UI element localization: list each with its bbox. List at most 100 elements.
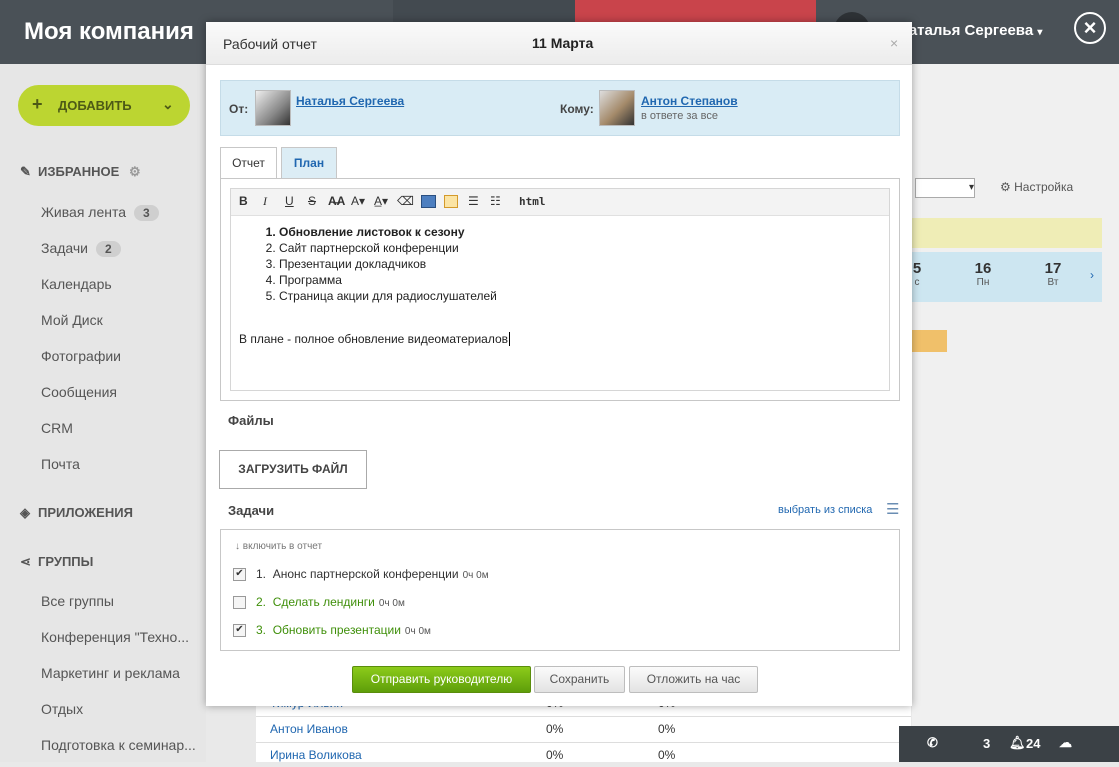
avatar	[599, 90, 635, 126]
rich-text-editor[interactable]: B I U S A̶A A▾ A̲▾ ⌫ ☰ ☷ html Обновление…	[230, 188, 890, 391]
sidebar-item-my-drive[interactable]: Мой Диск	[41, 312, 103, 328]
counter-badge: 3	[134, 205, 159, 221]
to-user-link[interactable]: Антон Степанов	[641, 94, 738, 108]
sidebar-item-calendar[interactable]: Календарь	[41, 276, 112, 292]
company-name[interactable]: Моя компания	[24, 18, 194, 46]
strikethrough-icon[interactable]: S	[308, 194, 316, 208]
section-apps[interactable]: ◈ ПРИЛОЖЕНИЯ	[20, 505, 133, 521]
editor-panel: B I U S A̶A A▾ A̲▾ ⌫ ☰ ☷ html Обновление…	[220, 178, 900, 401]
upload-file-button[interactable]: ЗАГРУЗИТЬ ФАЙЛ	[219, 450, 367, 489]
numbered-list-icon[interactable]: ☰	[468, 194, 479, 208]
chevron-down-icon: ▾	[1037, 27, 1043, 38]
text-color-icon[interactable]: A̲▾	[374, 194, 388, 208]
task-checkbox[interactable]: ✔	[233, 568, 246, 582]
image-icon[interactable]	[421, 195, 436, 208]
italic-icon[interactable]: I	[263, 194, 267, 209]
cube-icon: ◈	[20, 505, 30, 520]
sidebar-item-group[interactable]: Отдых	[41, 701, 83, 717]
task-row: ✔ 3. Обновить презентации 0ч 0м	[233, 623, 431, 638]
calls-count: 3	[983, 736, 991, 751]
task-link[interactable]: Анонс партнерской конференции	[273, 567, 459, 581]
section-groups[interactable]: ⋖ ГРУППЫ	[20, 554, 93, 570]
task-link[interactable]: Обновить презентации	[273, 623, 401, 637]
task-link[interactable]: Сделать лендинги	[273, 595, 375, 609]
bullet-list-icon[interactable]: ☷	[490, 194, 501, 208]
sidebar-item-all-groups[interactable]: Все группы	[41, 593, 114, 609]
editor-toolbar: B I U S A̶A A▾ A̲▾ ⌫ ☰ ☷ html	[231, 189, 889, 216]
header-user-name[interactable]: Наталья Сергеева ▾	[898, 22, 1042, 39]
bold-icon[interactable]: B	[239, 194, 248, 208]
background-event-block	[912, 330, 947, 352]
underline-icon[interactable]: U	[285, 194, 294, 208]
sidebar-item-messages[interactable]: Сообщения	[41, 384, 117, 400]
pin-icon: ✎	[20, 164, 31, 179]
bottom-toolbar: ✆ 3 🔔︎ 24 ☁	[899, 726, 1119, 762]
tasks-panel: ↓ включить в отчет ✔ 1. Анонс партнерской…	[220, 529, 900, 651]
arrow-down-icon: ↓	[235, 541, 240, 552]
day-cell: 17 Вт	[1044, 260, 1062, 288]
list-icon[interactable]: ☰	[886, 500, 899, 518]
sidebar-item-photos[interactable]: Фотографии	[41, 348, 121, 364]
plus-icon: +	[32, 94, 43, 114]
remove-format-icon[interactable]: A̶A	[328, 194, 345, 208]
notifications-count: 24	[1026, 736, 1041, 751]
background-settings-link[interactable]: ⚙ Настройка	[1000, 180, 1073, 194]
sidebar-item-crm[interactable]: CRM	[41, 420, 73, 436]
list-item: Обновление листовок к сезону	[279, 224, 510, 240]
avatar	[255, 90, 291, 126]
gear-icon: ⚙	[1000, 180, 1011, 194]
phone-icon[interactable]: ✆	[927, 735, 938, 751]
counter-badge: 2	[96, 241, 121, 257]
task-time: 0ч 0м	[462, 570, 489, 581]
cloud-icon[interactable]: ☁	[1059, 735, 1072, 751]
background-day-header: 5с 16 Пн 17 Вт ›	[912, 252, 1102, 302]
day-cell: 16 Пн	[974, 260, 992, 288]
task-row: 2. Сделать лендинги 0ч 0м	[233, 595, 405, 610]
task-row: ✔ 1. Анонс партнерской конференции 0ч 0м	[233, 567, 489, 582]
list-item: Презентации докладчиков	[279, 256, 510, 272]
close-icon[interactable]: ×	[1074, 12, 1106, 44]
sidebar-item-mail[interactable]: Почта	[41, 456, 80, 472]
sidebar: + ДОБАВИТЬ ⌄ ✎ ИЗБРАННОЕ ⚙ Живая лента 3 З…	[0, 64, 206, 762]
dialog-header: Рабочий отчет 11 Марта ×	[206, 22, 912, 65]
to-user-note: в ответе за все	[641, 110, 718, 122]
bell-icon[interactable]: 🔔︎	[1009, 735, 1026, 751]
save-button[interactable]: Сохранить	[534, 666, 625, 693]
list-item: Сайт партнерской конференции	[279, 240, 510, 256]
gear-icon[interactable]: ⚙	[129, 164, 141, 179]
sidebar-item-group[interactable]: Подготовка к семинар...	[41, 737, 196, 753]
send-to-manager-button[interactable]: Отправить руководителю	[352, 666, 531, 693]
eraser-icon[interactable]: ⌫	[397, 194, 414, 208]
html-mode-button[interactable]: html	[519, 195, 546, 208]
background-select[interactable]: ▾	[915, 178, 975, 198]
font-size-icon[interactable]: A▾	[351, 194, 365, 208]
from-user-link[interactable]: Наталья Сергеева	[296, 94, 404, 108]
tasks-heading: Задачи	[228, 503, 275, 518]
choose-from-list-link[interactable]: выбрать из списка	[778, 504, 872, 516]
chevron-right-icon[interactable]: ›	[1090, 268, 1094, 282]
list-item: Программа	[279, 272, 510, 288]
task-time: 0ч 0м	[404, 626, 431, 637]
close-icon[interactable]: ×	[890, 35, 898, 51]
tab-report[interactable]: Отчет	[220, 147, 277, 180]
section-favorites[interactable]: ✎ ИЗБРАННОЕ ⚙	[20, 164, 141, 180]
share-icon: ⋖	[20, 554, 31, 569]
sidebar-item-live-feed[interactable]: Живая лента 3	[41, 204, 159, 221]
task-checkbox[interactable]: ✔	[233, 624, 246, 638]
to-label: Кому:	[560, 102, 594, 116]
sidebar-item-tasks[interactable]: Задачи 2	[41, 240, 121, 257]
header-status-banner	[575, 0, 816, 22]
task-checkbox[interactable]	[233, 596, 246, 610]
work-report-dialog: Рабочий отчет 11 Марта × От: Наталья Сер…	[206, 22, 912, 706]
report-participants: От: Наталья Сергеева Кому: Антон Степано…	[220, 80, 900, 136]
report-note: В плане - полное обновление видеоматериа…	[239, 332, 511, 346]
sidebar-item-group[interactable]: Конференция "Техно...	[41, 629, 189, 645]
editor-content[interactable]: Обновление листовок к сезону Сайт партне…	[239, 224, 511, 346]
list-item: Страница акции для радиослушателей	[279, 288, 510, 304]
add-button[interactable]: + ДОБАВИТЬ ⌄	[18, 85, 190, 126]
table-icon[interactable]	[444, 195, 458, 208]
from-label: От:	[229, 102, 249, 116]
postpone-button[interactable]: Отложить на час	[629, 666, 758, 693]
tab-plan[interactable]: План	[281, 147, 337, 179]
sidebar-item-group[interactable]: Маркетинг и реклама	[41, 665, 180, 681]
